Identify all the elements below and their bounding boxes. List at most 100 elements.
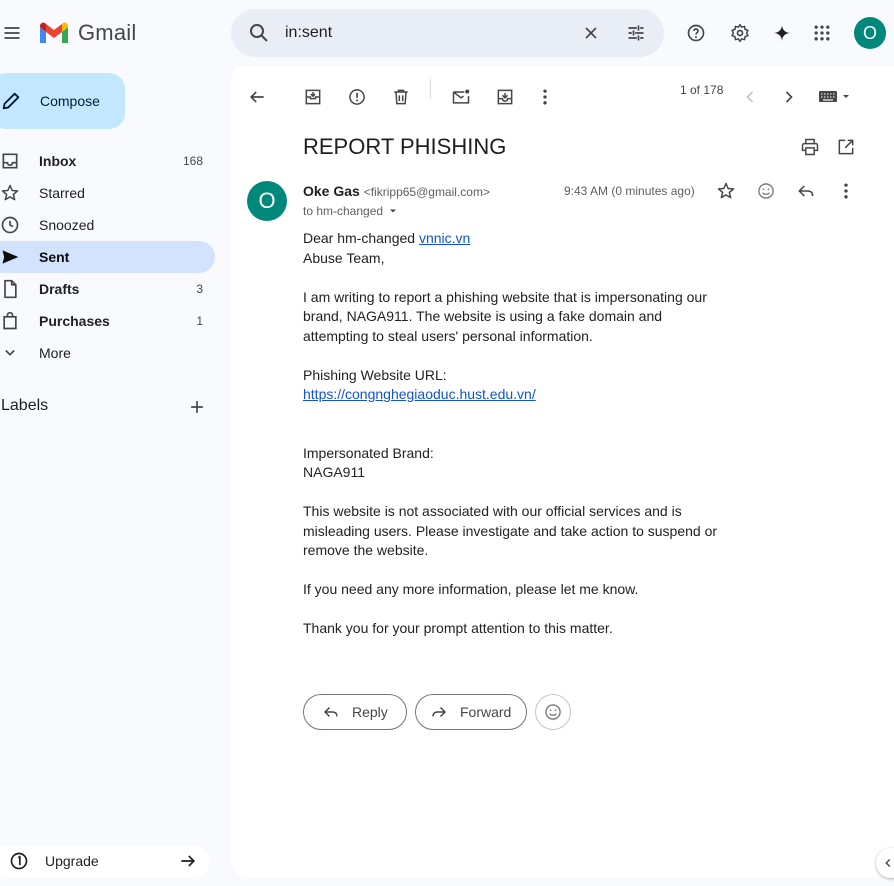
draft-count: 3 (196, 282, 203, 296)
greeting-line-2: Abuse Team, (303, 249, 385, 266)
search-bar[interactable] (231, 9, 664, 57)
url-line: https://congnghegiaoduc.hust.edu.vn/ (303, 385, 723, 405)
main-menu-button[interactable] (0, 17, 28, 49)
forward-icon (432, 706, 447, 718)
upgrade-label: Upgrade (45, 853, 99, 869)
delete-button[interactable] (385, 81, 417, 113)
search-icon[interactable] (247, 21, 271, 45)
caret-down-icon[interactable] (387, 205, 399, 217)
sidebar-item-more[interactable]: More (0, 337, 215, 369)
more-vert-icon (844, 183, 848, 199)
search-input[interactable] (285, 21, 575, 45)
move-to-button[interactable] (489, 81, 521, 113)
send-icon (2, 250, 19, 264)
chevron-left-icon (746, 91, 754, 103)
shopping-bag-icon (3, 311, 17, 330)
sidebar-item-label: Snoozed (39, 217, 95, 233)
account-avatar[interactable]: O (854, 17, 886, 49)
inbox-icon (2, 153, 18, 169)
report-icon (349, 89, 365, 105)
reply-icon (323, 706, 338, 718)
more-actions-button[interactable] (529, 81, 561, 113)
close-icon (585, 27, 597, 39)
star-button[interactable] (710, 175, 742, 207)
purchases-count: 1 (196, 314, 203, 328)
settings-button[interactable] (724, 17, 756, 49)
sender-name[interactable]: Oke Gas (303, 183, 360, 199)
email-timestamp: 9:43 AM (0 minutes ago) (564, 184, 695, 198)
reply-icon-button[interactable] (790, 175, 822, 207)
print-icon (801, 138, 819, 156)
body-paragraph: If you need any more information, please… (303, 581, 639, 597)
archive-button[interactable] (297, 81, 329, 113)
open-in-new-icon (838, 139, 854, 155)
create-label-button[interactable] (181, 391, 213, 423)
help-button[interactable] (680, 17, 712, 49)
recipient-line[interactable]: to hm-changed (303, 204, 399, 218)
search-options-button[interactable] (620, 17, 652, 49)
plus-icon (191, 401, 203, 413)
sidebar-item-inbox[interactable]: Inbox 168 (0, 145, 215, 177)
gmail-logo[interactable]: Gmail (38, 20, 136, 46)
phishing-url-link[interactable]: https://congnghegiaoduc.hust.edu.vn/ (303, 386, 536, 402)
older-button[interactable] (773, 81, 805, 113)
email-body: Dear hm-changed vnnic.vn Abuse Team, I a… (303, 229, 723, 639)
input-tools-button[interactable] (815, 81, 855, 113)
forward-button[interactable]: Forward (415, 694, 527, 730)
emoji-reaction-button[interactable] (535, 694, 571, 730)
gmail-wordmark: Gmail (78, 20, 137, 45)
add-reaction-button[interactable] (750, 175, 782, 207)
star-icon (717, 182, 735, 199)
reply-icon (798, 185, 814, 197)
keyboard-icon (819, 91, 849, 102)
newer-button[interactable] (734, 81, 766, 113)
upgrade-button[interactable]: Upgrade (0, 845, 210, 877)
help-icon (687, 24, 705, 42)
brand-value: NAGA911 (303, 464, 365, 480)
chevron-right-icon (785, 91, 793, 103)
report-spam-button[interactable] (341, 81, 373, 113)
url-label: Phishing Website URL: (303, 366, 447, 383)
recipient-text: to hm-changed (303, 204, 384, 218)
sender-avatar[interactable]: O (247, 181, 287, 221)
sidebar-item-label: Starred (39, 185, 85, 201)
domain-link[interactable]: vnnic.vn (419, 230, 470, 246)
sidebar-item-purchases[interactable]: Purchases 1 (0, 305, 215, 337)
reply-button[interactable]: Reply (303, 694, 407, 730)
draft-icon (4, 279, 17, 299)
apps-grid-icon (814, 25, 830, 41)
sidebar-item-label: Sent (39, 249, 70, 265)
google-apps-button[interactable] (806, 17, 838, 49)
reply-label: Reply (352, 704, 388, 720)
message-more-button[interactable] (830, 175, 862, 207)
compose-label: Compose (40, 93, 100, 109)
brand-label: Impersonated Brand: (303, 444, 434, 461)
back-button[interactable] (241, 81, 273, 113)
mark-unread-button[interactable] (445, 81, 477, 113)
sidebar-item-sent[interactable]: Sent (0, 241, 215, 273)
sidebar-item-label: Drafts (39, 281, 80, 297)
more-vert-icon (543, 89, 547, 105)
sidebar-item-starred[interactable]: Starred (0, 177, 215, 209)
print-button[interactable] (794, 131, 826, 163)
pencil-icon (2, 92, 20, 110)
clear-search-button[interactable] (575, 17, 607, 49)
toolbar-divider (430, 79, 431, 99)
sender-email: <fikripp65@gmail.com> (363, 185, 490, 199)
open-new-window-button[interactable] (830, 131, 862, 163)
message-panel: 1 of 178 REPORT PHISHING O Oke Gas <fikr… (231, 65, 894, 877)
sidebar-item-label: Purchases (39, 313, 110, 329)
arrow-right-icon (181, 855, 196, 867)
unread-count: 168 (182, 154, 203, 168)
gemini-button[interactable] (766, 17, 798, 49)
compose-button[interactable]: Compose (0, 73, 125, 129)
sidebar-item-snoozed[interactable]: Snoozed (0, 209, 215, 241)
sidebar-item-drafts[interactable]: Drafts 3 (0, 273, 215, 305)
trash-icon (394, 89, 408, 105)
pagination-text: 1 of 178 (680, 83, 724, 97)
